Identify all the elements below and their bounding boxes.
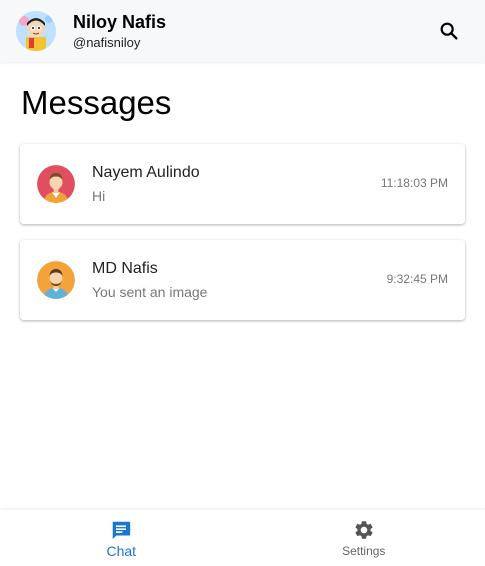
user-info: Niloy Nafis @nafisniloy	[73, 11, 166, 51]
conversation-avatar	[37, 261, 75, 299]
nav-icon-wrapper	[353, 519, 375, 541]
conversation-text: MD Nafis You sent an image	[92, 259, 207, 301]
search-button[interactable]	[435, 17, 463, 45]
conversation-list: Nayem Aulindo Hi 11:18:03 PM MD Nafis Yo…	[20, 144, 465, 336]
nav-item-settings[interactable]: Settings	[243, 510, 485, 566]
conversation-avatar	[37, 165, 75, 203]
app-root: Niloy Nafis @nafisniloy Messages Nayem A…	[0, 0, 485, 566]
nav-item-chat[interactable]: Chat	[0, 510, 243, 566]
user-handle: @nafisniloy	[73, 35, 141, 50]
nav-icon-wrapper	[110, 519, 132, 541]
person-avatar-icon	[37, 261, 75, 299]
chat-icon	[113, 521, 131, 539]
nav-label-settings: Settings	[342, 543, 386, 558]
conversation-preview: You sent an image	[92, 284, 208, 300]
nav-label-chat: Chat	[106, 542, 137, 559]
conversation-item[interactable]: MD Nafis You sent an image 9:32:45 PM	[20, 240, 465, 320]
conversation-time: 11:18:03 PM	[380, 176, 448, 190]
cartoon-avatar-icon	[16, 11, 56, 51]
app-header: Niloy Nafis @nafisniloy	[0, 0, 485, 62]
conversation-preview: Hi	[92, 188, 106, 204]
person-avatar-icon	[37, 165, 75, 203]
conversation-name: Nayem Aulindo	[92, 164, 200, 181]
search-icon	[440, 22, 458, 40]
gear-icon	[355, 520, 373, 539]
conversation-time: 9:32:45 PM	[386, 272, 448, 286]
user-name: Niloy Nafis	[73, 12, 167, 32]
user-avatar[interactable]	[16, 11, 56, 51]
conversation-name: MD Nafis	[92, 260, 158, 277]
conversation-text: Nayem Aulindo Hi	[92, 163, 200, 205]
bottom-navigation: Chat Settings	[0, 510, 485, 566]
conversation-item[interactable]: Nayem Aulindo Hi 11:18:03 PM	[20, 144, 465, 224]
page-title: Messages	[21, 84, 172, 121]
